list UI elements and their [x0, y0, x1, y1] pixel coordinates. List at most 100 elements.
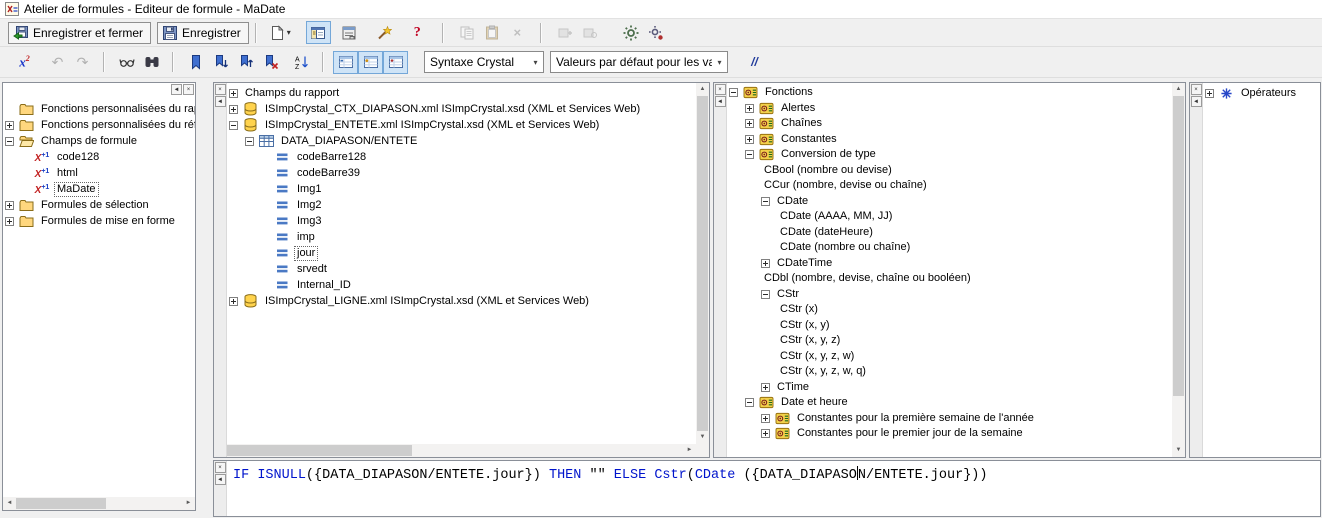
find-button[interactable]	[139, 51, 164, 74]
collapse-pane-button[interactable]: ◄	[1191, 96, 1202, 107]
tree-item-ctime[interactable]: CTime	[727, 380, 1172, 396]
tree-item-champs-du-rapport[interactable]: Champs du rapport	[227, 85, 696, 101]
tree-item-fonctions-personnalis-es-du-[interactable]: Fonctions personnalisées du réf	[3, 117, 195, 133]
clear-bookmarks-button[interactable]	[258, 51, 283, 74]
scroll-down-icon[interactable]: ▼	[1172, 444, 1185, 457]
tree-item-madate[interactable]: X+1MaDate	[3, 181, 195, 197]
tree-item-img1[interactable]: Img1	[227, 181, 696, 197]
scroll-right-icon[interactable]: ►	[182, 497, 195, 510]
expand-icon[interactable]	[761, 259, 770, 268]
properties-button[interactable]	[337, 21, 362, 44]
tree-item-cdate[interactable]: CDate	[727, 194, 1172, 210]
help-button[interactable]: ?	[405, 21, 430, 44]
syntax-select[interactable]: Syntaxe Crystal▾	[424, 51, 544, 73]
tree-item-cstr-x-y-z[interactable]: CStr (x, y, z)	[727, 333, 1172, 349]
scroll-up-icon[interactable]: ▲	[696, 83, 709, 96]
tree-item-constantes-pour-la-premi-re-[interactable]: Constantes pour la première semaine de l…	[727, 411, 1172, 427]
chevron-down-icon[interactable]: ▾	[528, 58, 543, 67]
expand-icon[interactable]	[229, 105, 238, 114]
tree-item-cdate-aaaa-mm-jj[interactable]: CDate (AAAA, MM, JJ)	[727, 209, 1172, 225]
collapse-icon[interactable]	[745, 398, 754, 407]
scrollbar-thumb[interactable]	[1173, 96, 1184, 396]
close-pane-button[interactable]: ×	[183, 84, 194, 95]
tree-item-champs-de-formule[interactable]: Champs de formule	[3, 133, 195, 149]
tree-item-conversion-de-type[interactable]: Conversion de type	[727, 147, 1172, 163]
tree-item-cdatetime[interactable]: CDateTime	[727, 256, 1172, 272]
tree-item-html[interactable]: X+1html	[3, 165, 195, 181]
collapse-icon[interactable]	[229, 121, 238, 130]
tree-item-isimpcrystal-entete-xml-isim[interactable]: ISImpCrystal_ENTETE.xml ISImpCrystal.xsd…	[227, 117, 696, 133]
tree-item-ccur-nombre-devise-ou-cha-ne[interactable]: CCur (nombre, devise ou chaîne)	[727, 178, 1172, 194]
tree-item-constantes-pour-le-premier-j[interactable]: Constantes pour le premier jour de la se…	[727, 426, 1172, 442]
collapse-icon[interactable]	[245, 137, 254, 146]
toggle-workshop-tree-button[interactable]	[306, 21, 331, 44]
tree-item-cbool-nombre-ou-devise[interactable]: CBool (nombre ou devise)	[727, 163, 1172, 179]
close-pane-button[interactable]: ×	[1191, 84, 1202, 95]
expand-icon[interactable]	[761, 383, 770, 392]
scrollbar-thumb[interactable]	[227, 445, 412, 456]
next-bookmark-button[interactable]	[208, 51, 233, 74]
tree-item-formules-de-s-lection[interactable]: Formules de sélection	[3, 197, 195, 213]
save-and-close-button[interactable]: Enregistrer et fermer	[8, 22, 151, 44]
browse-data-button[interactable]	[114, 51, 139, 74]
tree-item-fonctions[interactable]: Fonctions	[727, 85, 1172, 101]
tree-item-date-et-heure[interactable]: Date et heure	[727, 395, 1172, 411]
tree-item-imp[interactable]: imp	[227, 229, 696, 245]
formula-expert-button[interactable]	[372, 21, 397, 44]
previous-bookmark-button[interactable]	[233, 51, 258, 74]
collapse-icon[interactable]	[5, 137, 14, 146]
check-formula-button[interactable]: x2	[12, 51, 37, 74]
collapse-pane-button[interactable]: ◄	[215, 96, 226, 107]
tree-item-codebarre39[interactable]: codeBarre39	[227, 165, 696, 181]
scrollbar-thumb[interactable]	[16, 498, 106, 509]
null-handling-select[interactable]: Valeurs par défaut pour les va▾	[550, 51, 728, 73]
tree-item-fonctions-personnalis-es-du-[interactable]: Fonctions personnalisées du rap	[3, 101, 195, 117]
tree-item-internal-id[interactable]: Internal_ID	[227, 277, 696, 293]
scroll-left-icon[interactable]: ◄	[3, 497, 16, 510]
tree-item-op-rateurs[interactable]: Opérateurs	[1203, 85, 1320, 101]
tree-item-cstr-x-y[interactable]: CStr (x, y)	[727, 318, 1172, 334]
functions-operators-splitter[interactable]	[1186, 82, 1189, 458]
tree-item-img3[interactable]: Img3	[227, 213, 696, 229]
tree-item-cstr-x-y-z-w-q[interactable]: CStr (x, y, z, w, q)	[727, 364, 1172, 380]
toggle-fields-tree-button[interactable]	[333, 51, 358, 74]
collapse-icon[interactable]	[761, 290, 770, 299]
scroll-right-icon[interactable]: ►	[683, 444, 696, 457]
tree-item-code128[interactable]: X+1code128	[3, 149, 195, 165]
tree-item-cdate-nombre-ou-cha-ne[interactable]: CDate (nombre ou chaîne)	[727, 240, 1172, 256]
expand-icon[interactable]	[229, 297, 238, 306]
expand-icon[interactable]	[5, 201, 14, 210]
tree-item-cdbl-nombre-devise-cha-ne-ou[interactable]: CDbl (nombre, devise, chaîne ou booléen)	[727, 271, 1172, 287]
collapse-icon[interactable]	[745, 150, 754, 159]
collapse-icon[interactable]	[761, 197, 770, 206]
fields-hscrollbar[interactable]: ◄ ►	[214, 444, 696, 457]
chevron-down-icon[interactable]: ▾	[712, 58, 727, 67]
tree-item-cstr-x[interactable]: CStr (x)	[727, 302, 1172, 318]
toggle-bookmark-button[interactable]	[183, 51, 208, 74]
tree-item-img2[interactable]: Img2	[227, 197, 696, 213]
expand-icon[interactable]	[5, 121, 14, 130]
tree-item-srvedt[interactable]: srvedt	[227, 261, 696, 277]
tree-item-jour[interactable]: jour	[227, 245, 696, 261]
expand-icon[interactable]	[745, 104, 754, 113]
expand-icon[interactable]	[5, 217, 14, 226]
toggle-functions-tree-button[interactable]	[358, 51, 383, 74]
save-button[interactable]: Enregistrer	[157, 22, 249, 44]
sort-trees-button[interactable]: AZ	[289, 51, 314, 74]
tree-item-cstr-x-y-z-w[interactable]: CStr (x, y, z, w)	[727, 349, 1172, 365]
comment-button[interactable]: //	[742, 51, 767, 74]
tree-item-formules-de-mise-en-forme[interactable]: Formules de mise en forme	[3, 213, 195, 229]
custom-function-gear-button[interactable]	[619, 21, 644, 44]
collapse-pane-button[interactable]: ◄	[215, 474, 226, 485]
collapse-pane-button[interactable]: ◄	[171, 84, 182, 95]
tree-item-data-diapason-entete[interactable]: DATA_DIAPASON/ENTETE	[227, 133, 696, 149]
tree-item-alertes[interactable]: Alertes	[727, 101, 1172, 117]
tree-item-codebarre128[interactable]: codeBarre128	[227, 149, 696, 165]
fields-functions-splitter[interactable]	[710, 82, 713, 458]
new-formula-button[interactable]: ▾	[266, 21, 294, 44]
close-pane-button[interactable]: ×	[715, 84, 726, 95]
close-pane-button[interactable]: ×	[215, 84, 226, 95]
workshop-hscrollbar[interactable]: ◄ ►	[3, 497, 195, 510]
scroll-up-icon[interactable]: ▲	[1172, 83, 1185, 96]
formula-editor[interactable]: IF ISNULL({DATA_DIAPASON/ENTETE.jour}) T…	[227, 461, 1320, 516]
